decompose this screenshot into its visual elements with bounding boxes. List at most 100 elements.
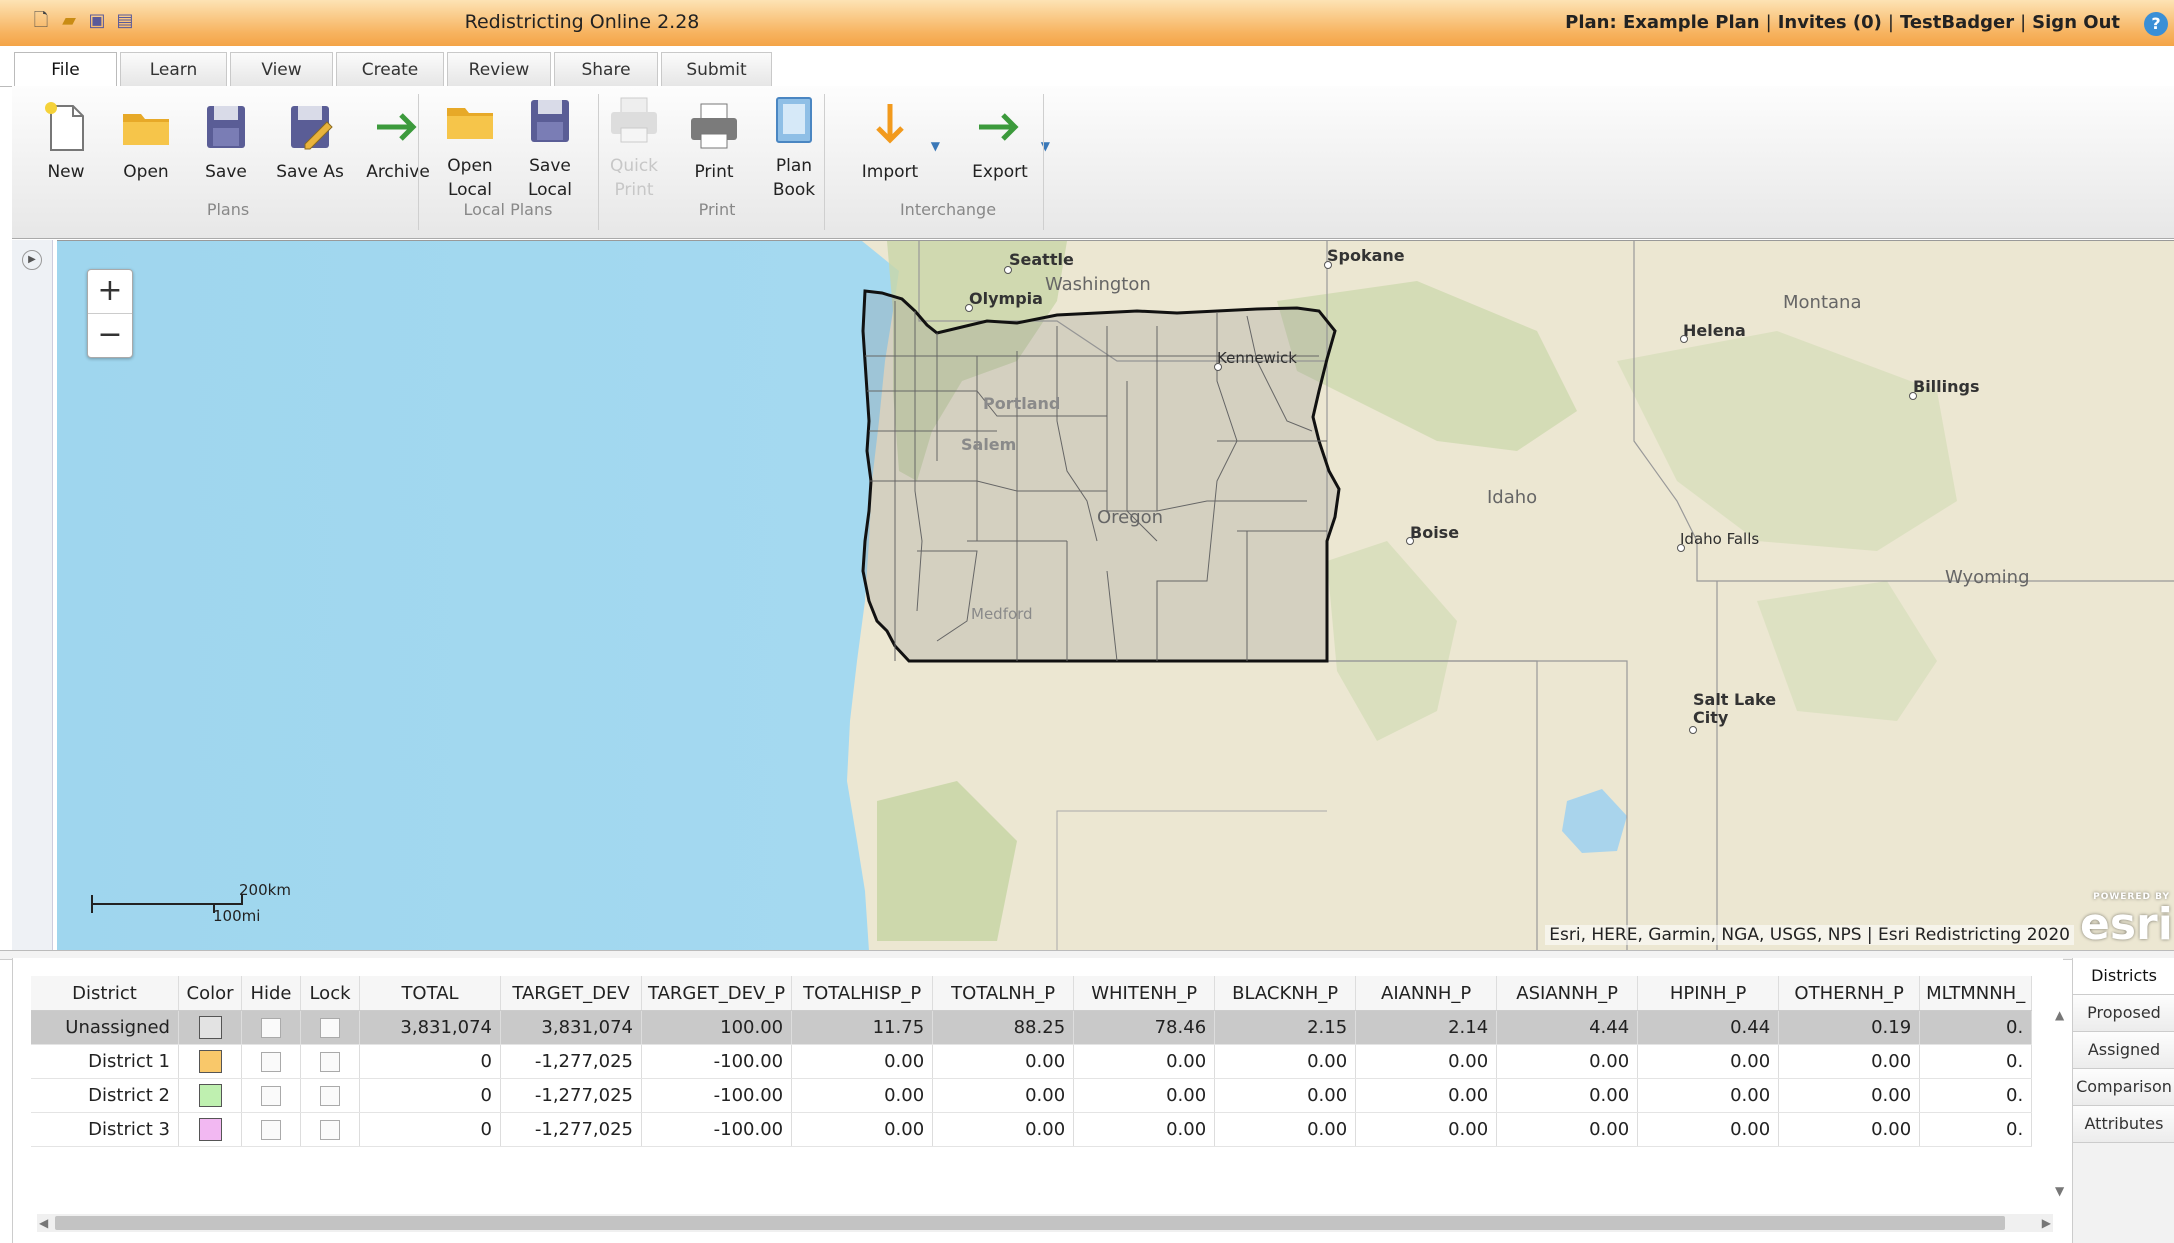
- column-header[interactable]: BLACKNH_P: [1214, 976, 1357, 1011]
- side-tab-assigned[interactable]: Assigned: [2073, 1032, 2174, 1069]
- open-button[interactable]: Open: [106, 100, 186, 184]
- table-cell: 0.00: [1073, 1044, 1216, 1079]
- import-button[interactable]: Import ▼: [838, 100, 942, 184]
- table-cell: 3,831,074: [500, 1010, 642, 1045]
- new-document-icon: [45, 102, 84, 151]
- plan-book-button[interactable]: Plan Book: [754, 94, 834, 202]
- column-header[interactable]: Color: [178, 976, 242, 1011]
- table-row[interactable]: District 1 0 -1,277,025 -100.00 0.00 0.00 0.00…: [31, 1044, 2033, 1079]
- table-cell: 0.00: [791, 1112, 934, 1147]
- color-swatch[interactable]: [198, 1050, 222, 1073]
- user-name[interactable]: TestBadger: [1900, 12, 2014, 33]
- hide-checkbox[interactable]: [261, 1086, 281, 1106]
- export-button[interactable]: Export ▼: [948, 100, 1052, 184]
- column-header[interactable]: MLTMNNH_: [1919, 976, 2033, 1011]
- table-cell: 0.00: [932, 1078, 1075, 1113]
- side-tab-districts[interactable]: Districts: [2073, 958, 2174, 995]
- tab-view[interactable]: View: [230, 52, 333, 86]
- map-label-seattle: Seattle: [1009, 250, 1074, 269]
- scroll-thumb[interactable]: [55, 1216, 2005, 1230]
- zoom-out-button[interactable]: −: [88, 313, 132, 357]
- lock-checkbox[interactable]: [320, 1052, 340, 1072]
- color-swatch[interactable]: [198, 1016, 222, 1039]
- color-cell: [178, 1010, 242, 1045]
- save-as-button[interactable]: Save As: [266, 100, 354, 184]
- help-icon[interactable]: ?: [2144, 12, 2168, 36]
- side-tab-comparison[interactable]: Comparison: [2073, 1069, 2174, 1106]
- horizontal-scrollbar[interactable]: ◀ ▶: [37, 1214, 2053, 1232]
- column-header[interactable]: TARGET_DEV_P: [641, 976, 793, 1011]
- lock-checkbox[interactable]: [320, 1086, 340, 1106]
- expand-panel-icon[interactable]: ▶: [22, 250, 42, 270]
- lock-checkbox[interactable]: [320, 1120, 340, 1140]
- sign-out-link[interactable]: Sign Out: [2032, 12, 2120, 33]
- table-row[interactable]: District 2 0 -1,277,025 -100.00 0.00 0.00 0.00…: [31, 1078, 2033, 1113]
- arrow-down-icon: [876, 104, 904, 144]
- column-header[interactable]: ASIANNH_P: [1496, 976, 1639, 1011]
- title-bar: 🗋 ▰ ▣ ▤ Redistricting Online 2.28 Plan: …: [0, 0, 2174, 47]
- table-cell: 0.00: [932, 1112, 1075, 1147]
- floppy-icon: [531, 100, 569, 142]
- vertical-scrollbar[interactable]: ▲ ▼: [2053, 1008, 2067, 1198]
- city-dot: [1677, 544, 1685, 552]
- scroll-up-icon[interactable]: ▲: [2055, 1008, 2064, 1022]
- column-header[interactable]: Hide: [241, 976, 301, 1011]
- archive-button[interactable]: Archive: [354, 100, 442, 184]
- column-header[interactable]: Lock: [300, 976, 360, 1011]
- print-button[interactable]: Print: [674, 100, 754, 184]
- group-label-print: Print: [698, 200, 736, 219]
- column-header[interactable]: TOTALNH_P: [932, 976, 1075, 1011]
- tab-share[interactable]: Share: [554, 52, 658, 86]
- scroll-down-icon[interactable]: ▼: [2055, 1184, 2064, 1198]
- table-cell: 0.00: [1355, 1078, 1498, 1113]
- side-tab-attributes[interactable]: Attributes: [2073, 1106, 2174, 1143]
- save-button[interactable]: Save: [186, 100, 266, 184]
- hide-checkbox[interactable]: [261, 1120, 281, 1140]
- save-local-button[interactable]: Save Local: [510, 94, 590, 202]
- column-header[interactable]: TOTAL: [359, 976, 501, 1011]
- basemap[interactable]: [57, 241, 2174, 951]
- color-swatch[interactable]: [198, 1118, 222, 1141]
- table-row[interactable]: District 3 0 -1,277,025 -100.00 0.00 0.00 0.00…: [31, 1112, 2033, 1147]
- new-button[interactable]: New: [26, 100, 106, 184]
- lock-checkbox[interactable]: [320, 1018, 340, 1038]
- column-header[interactable]: WHITENH_P: [1073, 976, 1216, 1011]
- invites-link[interactable]: Invites (0): [1778, 12, 1882, 33]
- table-row[interactable]: Unassigned 3,831,074 3,831,074 100.00 11.75 8…: [31, 1010, 2033, 1045]
- table-cell: 0.00: [791, 1078, 934, 1113]
- tab-create[interactable]: Create: [336, 52, 444, 86]
- city-dot: [1324, 261, 1332, 269]
- dropdown-arrow-icon[interactable]: ▼: [931, 134, 940, 158]
- hide-checkbox[interactable]: [261, 1018, 281, 1038]
- table-cell: 2.15: [1214, 1010, 1357, 1045]
- color-swatch[interactable]: [198, 1084, 222, 1107]
- color-cell: [178, 1044, 242, 1079]
- lock-checkbox-cell: [300, 1044, 360, 1079]
- map-view[interactable]: Seattle Spokane Washington Olympia Monta…: [57, 240, 2174, 951]
- city-dot: [965, 304, 973, 312]
- city-dot: [1406, 537, 1414, 545]
- quick-print-button[interactable]: Quick Print: [594, 94, 674, 202]
- table-cell: 0.00: [1214, 1112, 1357, 1147]
- hide-checkbox[interactable]: [261, 1052, 281, 1072]
- column-header[interactable]: District: [31, 976, 179, 1011]
- tab-file[interactable]: File: [14, 52, 117, 88]
- tab-learn[interactable]: Learn: [120, 52, 227, 86]
- printer-icon: [611, 97, 657, 143]
- ribbon-tabs: File Learn View Create Review Share Subm…: [0, 46, 2174, 88]
- scroll-left-icon[interactable]: ◀: [39, 1216, 48, 1230]
- column-header[interactable]: AIANNH_P: [1355, 976, 1498, 1011]
- open-local-button[interactable]: Open Local: [430, 94, 510, 202]
- column-header[interactable]: TARGET_DEV: [500, 976, 642, 1011]
- column-header[interactable]: OTHERNH_P: [1778, 976, 1921, 1011]
- side-tab-proposed[interactable]: Proposed: [2073, 995, 2174, 1032]
- zoom-in-button[interactable]: +: [88, 270, 132, 313]
- tab-submit[interactable]: Submit: [661, 52, 772, 86]
- map-label-spokane: Spokane: [1327, 246, 1405, 265]
- map-label-idaho: Idaho: [1487, 487, 1538, 508]
- scroll-right-icon[interactable]: ▶: [2042, 1216, 2051, 1230]
- table-cell: 0.19: [1778, 1010, 1921, 1045]
- column-header[interactable]: TOTALHISP_P: [791, 976, 934, 1011]
- column-header[interactable]: HPINH_P: [1637, 976, 1780, 1011]
- tab-review[interactable]: Review: [447, 52, 551, 86]
